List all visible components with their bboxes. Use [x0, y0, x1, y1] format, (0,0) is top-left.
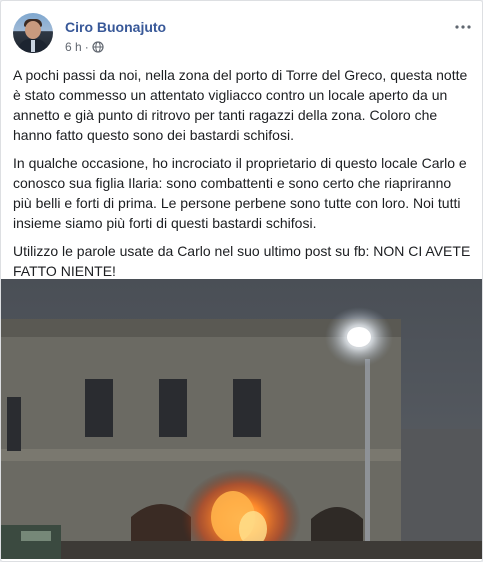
- post-card: Ciro Buonajuto 6 h · A pochi passi da no…: [0, 0, 483, 562]
- globe-icon[interactable]: [92, 41, 104, 53]
- post-meta: 6 h ·: [65, 40, 104, 54]
- post-body: A pochi passi da noi, nella zona del por…: [13, 65, 471, 289]
- post-paragraph-2: In qualche occasione, ho incrociato il p…: [13, 155, 467, 231]
- post-timestamp[interactable]: 6 h: [65, 40, 82, 54]
- meta-separator: ·: [84, 40, 89, 54]
- author-avatar[interactable]: [13, 13, 53, 53]
- post-photo[interactable]: [1, 279, 482, 559]
- post-paragraph-3: Utilizzo le parole usate da Carlo nel su…: [13, 243, 471, 279]
- post-paragraph-1: A pochi passi da noi, nella zona del por…: [13, 67, 468, 143]
- post-header: Ciro Buonajuto 6 h ·: [13, 13, 473, 57]
- more-options-icon[interactable]: [453, 17, 473, 37]
- author-name[interactable]: Ciro Buonajuto: [65, 19, 166, 35]
